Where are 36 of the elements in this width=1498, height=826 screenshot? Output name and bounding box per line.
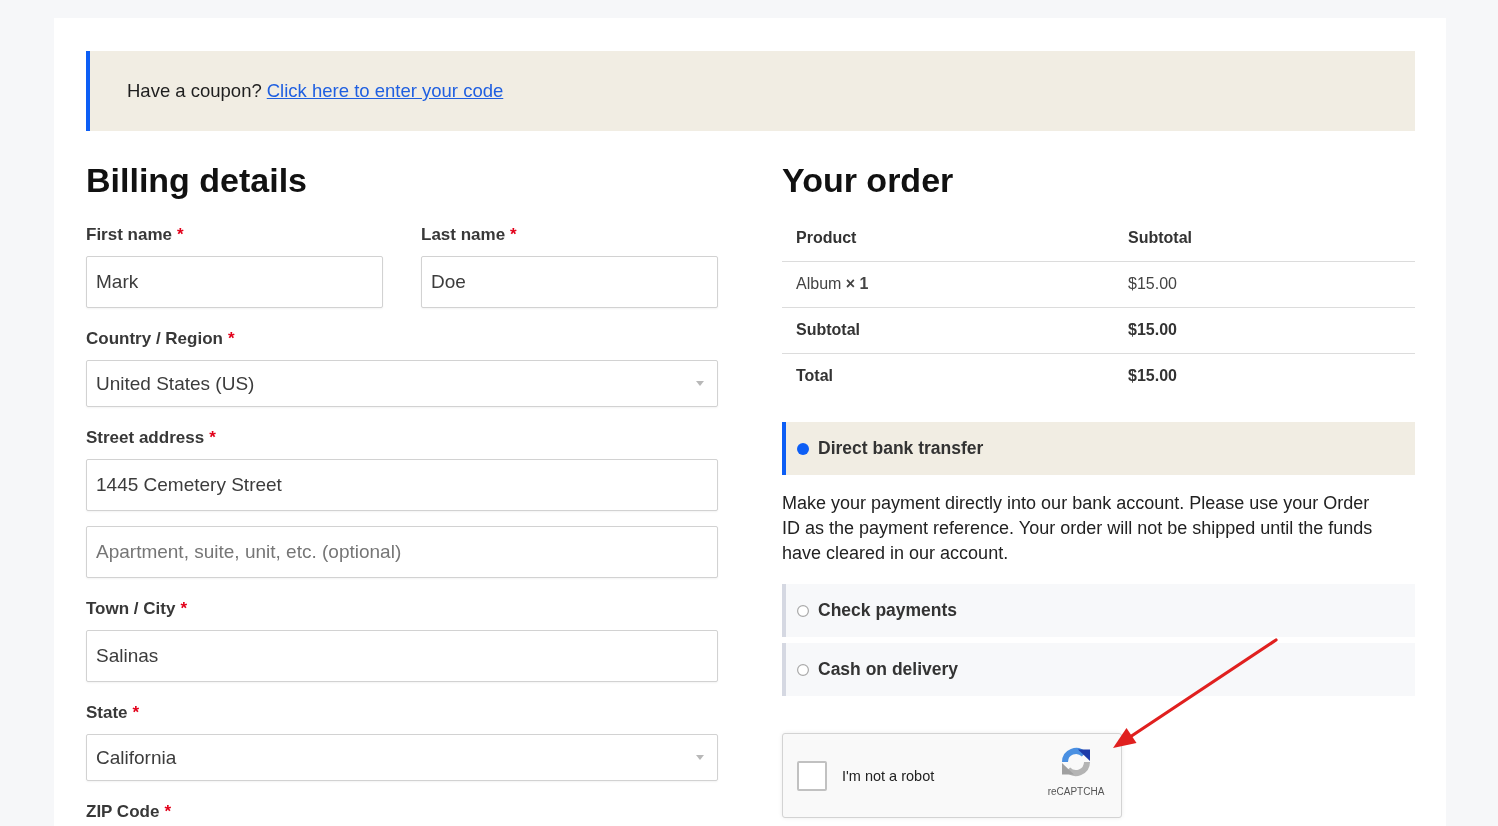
circular-arrows-icon — [1059, 745, 1093, 779]
caret-icon — [696, 755, 704, 760]
field-label: Last name * — [421, 224, 517, 246]
text-input[interactable]: Apartment, suite, unit, etc. (optional) — [86, 526, 718, 578]
text-input[interactable]: Mark — [86, 256, 383, 308]
checkbox[interactable] — [797, 760, 827, 791]
captcha-brand: reCAPTCHA — [1047, 786, 1105, 798]
text-input[interactable]: Doe — [421, 256, 718, 308]
caret-icon — [696, 381, 704, 386]
field-label: Country / Region * — [86, 328, 235, 350]
table-cell: $15.00 — [1128, 275, 1177, 292]
payment-description: Make your payment directly into our bank account. Please use your Order ID as the payment reference. Your order will not be shipped until the funds have cleared in our account. — [782, 492, 1374, 565]
text-input[interactable]: Salinas — [86, 630, 718, 682]
select-field[interactable]: United States (US) — [86, 360, 718, 407]
payment-option[interactable]: Check payments — [782, 584, 1415, 637]
field-label: Town / City * — [86, 598, 188, 620]
table-cell: $15.00 — [1128, 321, 1177, 338]
table-cell: Subtotal — [796, 321, 860, 338]
table-cell: Album × 1 — [796, 275, 869, 292]
text-input[interactable]: 1445 Cemetery Street — [86, 459, 718, 511]
field-label: First name * — [86, 224, 184, 246]
select-field[interactable]: California — [86, 734, 718, 781]
section-heading: Billing details — [86, 160, 309, 200]
table-header: Product — [796, 228, 857, 246]
table-header: Subtotal — [1128, 228, 1192, 246]
section-heading: Your order — [782, 160, 955, 200]
field-label: State * — [86, 702, 140, 724]
field-label: ZIP Code * — [86, 801, 171, 823]
captcha-label: I'm not a robot — [842, 767, 936, 784]
payment-option[interactable]: Cash on delivery — [782, 643, 1415, 696]
table-cell: $15.00 — [1128, 367, 1177, 385]
field-label: Street address * — [86, 427, 216, 449]
coupon-link[interactable]: Click here to enter your code — [266, 80, 504, 102]
table-cell: Total — [796, 367, 834, 385]
coupon-text: Have a coupon? — [127, 80, 262, 102]
payment-option[interactable]: Direct bank transfer — [782, 422, 1415, 475]
